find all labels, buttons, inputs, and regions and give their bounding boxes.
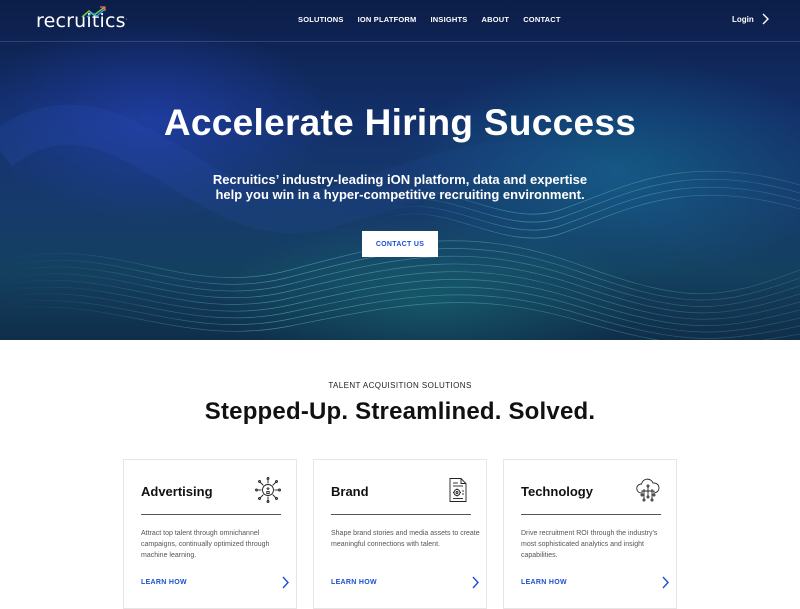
nav-solutions[interactable]: SOLUTIONS bbox=[298, 15, 344, 24]
logo-dot: . bbox=[125, 14, 128, 22]
main-nav: SOLUTIONS iON PLATFORM INSIGHTS ABOUT CO… bbox=[298, 15, 561, 24]
hero-subtitle: Recruitics’ industry-leading iON platfor… bbox=[0, 172, 800, 202]
login-label: Login bbox=[732, 14, 754, 24]
card-title: Advertising bbox=[141, 484, 213, 499]
hero-wave-background bbox=[0, 104, 800, 340]
top-navigation: recruitics. SOLUTIONS iON PLATFORM INSIG… bbox=[0, 0, 800, 42]
chevron-right-icon[interactable] bbox=[282, 576, 289, 589]
advertising-network-icon bbox=[255, 477, 281, 503]
hero-title: Accelerate Hiring Success bbox=[163, 102, 637, 143]
hero-subtitle-line-2: help you win in a hyper-competitive recr… bbox=[215, 187, 585, 202]
learn-how-link-brand[interactable]: LEARN HOW bbox=[331, 579, 377, 586]
chevron-right-icon[interactable] bbox=[662, 576, 669, 589]
hero-subtitle-line-1: Recruitics’ industry-leading iON platfor… bbox=[212, 172, 588, 187]
card-title: Brand bbox=[331, 484, 369, 499]
contact-us-button[interactable]: CONTACT US bbox=[362, 231, 438, 257]
hero-section: recruitics. SOLUTIONS iON PLATFORM INSIG… bbox=[0, 0, 800, 340]
chevron-right-icon bbox=[762, 13, 769, 25]
chevron-right-icon[interactable] bbox=[472, 576, 479, 589]
login-link[interactable]: Login bbox=[732, 13, 769, 25]
solution-card-technology: Technology Drive recruitment ROI through… bbox=[503, 459, 677, 609]
solutions-title: Stepped-Up. Streamlined. Solved. bbox=[204, 398, 596, 425]
cloud-circuit-icon bbox=[636, 478, 660, 502]
card-title: Technology bbox=[521, 484, 593, 499]
learn-how-link-advertising[interactable]: LEARN HOW bbox=[141, 579, 187, 586]
card-description: Attract top talent through omnichannel c… bbox=[141, 530, 270, 559]
nav-insights[interactable]: INSIGHTS bbox=[430, 15, 467, 24]
card-description: Drive recruitment ROI through the indust… bbox=[521, 530, 658, 559]
recruitics-logo[interactable]: recruitics. bbox=[36, 6, 128, 34]
nav-about[interactable]: ABOUT bbox=[482, 15, 510, 24]
card-description: Shape brand stories and media assets to … bbox=[331, 530, 480, 548]
solution-card-advertising: Advertising Attract top talent through o… bbox=[123, 459, 297, 609]
solution-card-brand: Brand Shape brand stories and media asse… bbox=[313, 459, 487, 609]
card-divider bbox=[331, 514, 471, 515]
brand-document-icon bbox=[449, 478, 467, 502]
card-divider bbox=[141, 514, 281, 515]
logo-chart-mark-icon bbox=[81, 6, 106, 18]
nav-contact[interactable]: CONTACT bbox=[523, 15, 561, 24]
solutions-eyebrow: TALENT ACQUISITION SOLUTIONS bbox=[328, 381, 472, 390]
nav-ion-platform[interactable]: iON PLATFORM bbox=[358, 15, 417, 24]
card-divider bbox=[521, 514, 661, 515]
learn-how-link-technology[interactable]: LEARN HOW bbox=[521, 579, 567, 586]
